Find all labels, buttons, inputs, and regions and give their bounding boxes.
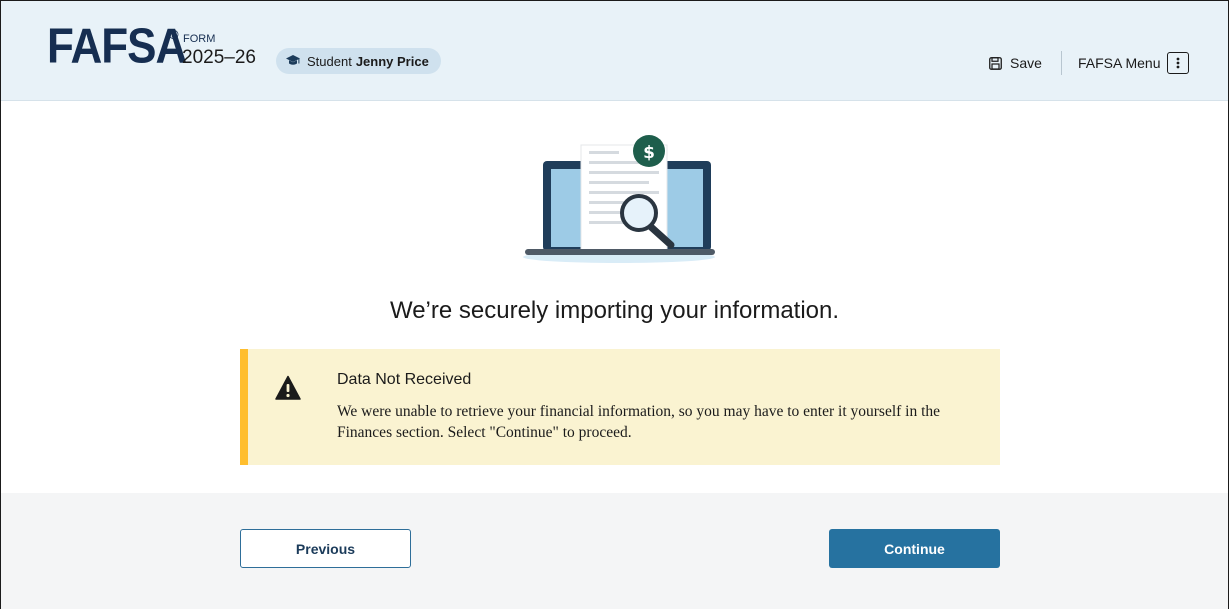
svg-text:$: $ (643, 143, 655, 163)
continue-button[interactable]: Continue (829, 529, 1000, 568)
alert-title: Data Not Received (337, 371, 472, 388)
student-badge: Student Jenny Price (276, 48, 441, 74)
save-label: Save (1010, 55, 1042, 71)
fafsa-menu-button[interactable]: FAFSA Menu (1078, 52, 1190, 74)
page-footer: Previous Continue (1, 493, 1228, 609)
kebab-menu-icon (1167, 52, 1190, 74)
save-button[interactable]: Save (989, 55, 1042, 71)
page-frame: FAFSA ® FORM 2025–26 Student Jenny Price… (0, 0, 1229, 609)
student-name: Jenny Price (355, 53, 429, 69)
save-icon (989, 56, 1002, 70)
site-header: FAFSA ® FORM 2025–26 Student Jenny Price… (1, 1, 1228, 101)
form-year: 2025–26 (182, 47, 256, 68)
previous-button[interactable]: Previous (240, 529, 411, 568)
fafsa-logo: FAFSA (47, 19, 187, 74)
student-role: Student (307, 53, 352, 69)
page-heading: We’re securely importing your informatio… (389, 297, 840, 324)
graduation-cap-icon (286, 55, 300, 65)
form-label: FORM (183, 33, 216, 45)
menu-label: FAFSA Menu (1078, 55, 1161, 71)
header-divider (1061, 51, 1062, 75)
warning-alert: Data Not Received We were unable to retr… (240, 349, 1000, 465)
alert-body: We were unable to retrieve your financia… (337, 403, 941, 441)
warning-icon (275, 375, 301, 400)
importing-illustration: $ (523, 135, 715, 263)
dollar-badge-icon: $ (633, 135, 665, 167)
registered-mark: ® (169, 27, 179, 42)
